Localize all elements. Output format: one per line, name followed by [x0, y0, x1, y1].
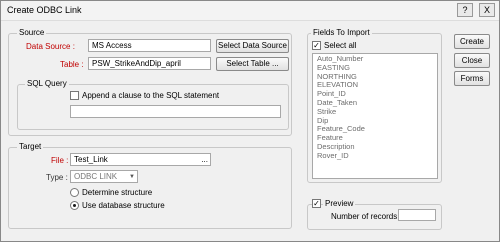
close-window-button[interactable]: X — [479, 3, 495, 17]
table-field[interactable]: PSW_StrikeAndDip_april — [88, 57, 211, 70]
create-button[interactable]: Create — [454, 34, 490, 49]
data-source-field[interactable]: MS Access — [88, 39, 211, 52]
sql-query-group-label: SQL Query — [25, 79, 69, 88]
preview-checkbox[interactable]: ✓ — [312, 199, 321, 208]
use-database-structure-radio[interactable] — [70, 201, 79, 210]
list-item[interactable]: Strike — [313, 107, 437, 117]
select-table-button[interactable]: Select Table ... — [216, 57, 289, 71]
help-icon: ? — [462, 5, 468, 15]
checkmark-icon: ✓ — [313, 199, 320, 208]
close-icon: X — [483, 5, 490, 15]
window-title: Create ODBC Link — [7, 5, 82, 15]
records-label: Number of records : — [331, 212, 402, 221]
type-value: ODBC LINK — [74, 172, 118, 181]
select-all-label: Select all — [324, 41, 357, 50]
create-odbc-link-dialog: Create ODBC Link ? X Source Data Source … — [0, 0, 500, 242]
title-bar[interactable]: Create ODBC Link ? X — [1, 1, 499, 21]
help-button[interactable]: ? — [457, 3, 473, 17]
fields-list[interactable]: Auto_Number EASTING NORTHING ELEVATION P… — [312, 53, 438, 179]
determine-structure-radio[interactable] — [70, 188, 79, 197]
records-field[interactable] — [398, 209, 436, 221]
source-group-label: Source — [17, 28, 47, 37]
determine-structure-label: Determine structure — [82, 188, 153, 197]
use-database-structure-label: Use database structure — [82, 201, 165, 210]
list-item[interactable]: Rover_ID — [313, 151, 437, 161]
select-data-source-button[interactable]: Select Data Source ... — [216, 39, 289, 62]
target-group-label: Target — [17, 142, 44, 151]
data-source-label: Data Source : — [26, 42, 75, 51]
file-label: File : — [51, 156, 69, 165]
checkmark-icon: ✓ — [313, 41, 320, 50]
fields-group-label: Fields To Import — [311, 28, 372, 37]
file-value: Test_Link — [74, 155, 108, 164]
close-button[interactable]: Close — [454, 53, 490, 68]
file-field[interactable]: Test_Link ... — [70, 153, 211, 166]
table-label: Table : — [60, 60, 84, 69]
append-clause-checkbox[interactable] — [70, 91, 79, 100]
browse-file-button[interactable]: ... — [201, 154, 208, 165]
append-clause-label: Append a clause to the SQL statement — [82, 91, 220, 100]
chevron-down-icon: ▼ — [129, 174, 135, 180]
preview-label: Preview — [323, 199, 356, 208]
type-select[interactable]: ODBC LINK ▼ — [70, 170, 138, 183]
type-label: Type : — [46, 173, 68, 182]
forms-button[interactable]: Forms — [454, 71, 490, 86]
select-all-checkbox[interactable]: ✓ — [312, 41, 321, 50]
sql-clause-field[interactable] — [70, 105, 281, 118]
